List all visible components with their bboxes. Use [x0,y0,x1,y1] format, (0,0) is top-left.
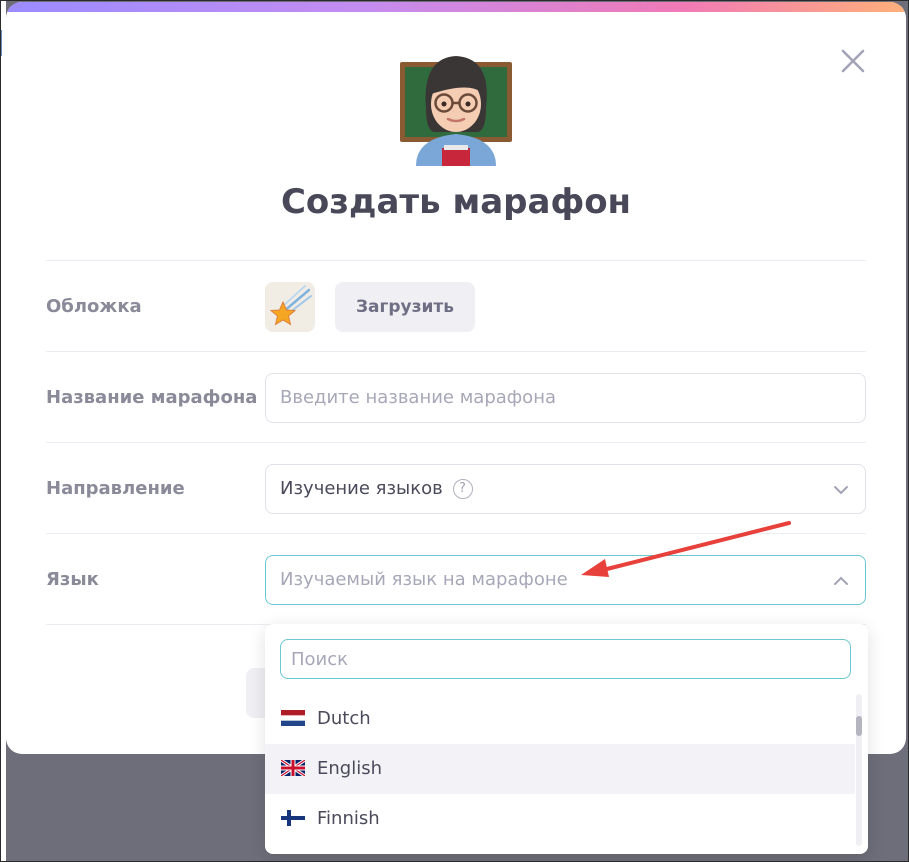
finland-flag-icon [281,810,305,826]
language-option-label: English [317,758,382,779]
language-dropdown: Dutch English Finnish [265,624,868,854]
language-option-finnish[interactable]: Finnish [265,794,855,844]
language-placeholder: Изучаемый язык на марафоне [280,569,568,590]
scrollbar-thumb[interactable] [856,716,862,736]
dropdown-scrollbar[interactable] [856,694,862,846]
language-option-label: Dutch [317,708,371,729]
upload-button[interactable]: Загрузить [335,282,475,332]
marathon-name-input[interactable]: Введите название марафона [265,373,866,423]
shooting-star-icon [269,285,312,326]
language-option-english[interactable]: English [265,744,855,794]
annotation-arrow-icon [581,521,791,577]
uk-flag-icon [281,760,305,776]
close-button[interactable] [838,46,868,76]
cover-thumbnail[interactable] [265,282,315,332]
name-label: Название марафона [46,387,258,408]
language-option-label: Finnish [317,808,380,829]
help-icon[interactable]: ? [452,479,473,499]
netherlands-flag-icon [281,710,305,726]
modal-title: Создать марафон [280,182,632,222]
cover-row: Обложка Загрузить [46,260,866,352]
cover-label: Обложка [46,296,142,317]
name-row: Название марафона Введите название мараф… [46,351,866,443]
language-option-dutch[interactable]: Dutch [265,694,855,744]
chevron-up-icon [834,576,848,585]
direction-label: Направление [46,478,185,499]
teacher-emoji-icon [398,46,514,166]
direction-select[interactable]: Изучение языков ? [265,464,866,514]
direction-value: Изучение языков [280,478,443,499]
language-label: Язык [46,569,99,590]
close-icon [841,49,865,73]
language-search-input[interactable] [280,639,851,679]
modal-gradient-bar [6,2,906,12]
chevron-down-icon [834,486,848,495]
background-artifact [1,30,5,56]
